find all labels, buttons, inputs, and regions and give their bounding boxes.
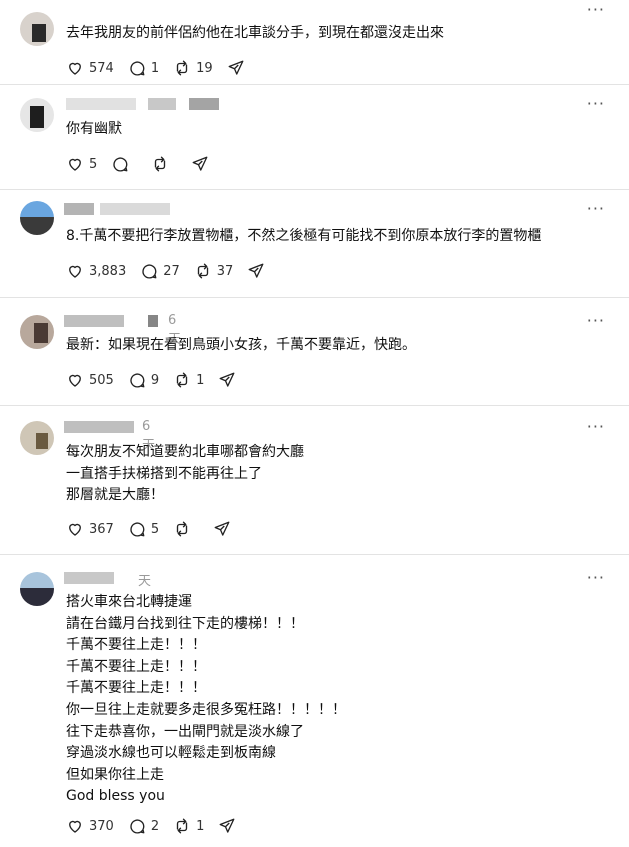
like-button[interactable]: 3,883	[66, 262, 126, 280]
avatar[interactable]	[20, 572, 54, 606]
post-text: 搭火車來台北轉捷運 請在台鐵月台找到往下走的樓梯！！！ 千萬不要往上走！！！ 千…	[66, 594, 346, 805]
action-bar: 505 9 1	[66, 370, 250, 390]
like-count: 367	[89, 521, 114, 537]
heart-icon	[69, 62, 81, 75]
repost-button[interactable]: 37	[194, 262, 234, 280]
repost-count: 1	[196, 372, 205, 388]
more-icon[interactable]: ···	[587, 199, 605, 218]
more-icon[interactable]: ···	[587, 417, 605, 436]
share-button[interactable]	[227, 59, 245, 77]
divider	[0, 554, 629, 555]
more-icon[interactable]: ···	[587, 568, 605, 587]
send-icon	[248, 263, 264, 278]
reply-button[interactable]: 2	[128, 817, 159, 835]
reply-count: 5	[150, 521, 160, 537]
repost-icon	[197, 263, 208, 279]
repost-icon	[155, 156, 166, 172]
repost-icon	[176, 60, 188, 76]
avatar[interactable]	[20, 12, 54, 46]
divider	[0, 297, 629, 298]
share-button[interactable]	[218, 817, 236, 835]
like-count: 3,883	[89, 263, 127, 279]
avatar[interactable]	[20, 421, 54, 455]
reply-button[interactable]: 1	[128, 59, 159, 77]
repost-button[interactable]: 1	[173, 371, 204, 389]
reply-count: 1	[150, 60, 160, 76]
post-text: 你有幽默	[66, 121, 122, 137]
post-text: 每次朋友不知道要約北車哪都會約大廳 一直搭手扶梯搭到不能再往上了 那層就是大廳！	[66, 444, 304, 504]
heart-icon	[69, 158, 81, 171]
repost-icon	[176, 521, 188, 537]
like-button[interactable]: 574	[66, 59, 114, 77]
repost-count: 1	[196, 818, 205, 834]
action-bar: 367 5	[66, 519, 245, 539]
post-text: 去年我朋友的前伴侶約他在北車談分手，到現在都還沒走出來	[66, 25, 444, 41]
reply-count: 2	[150, 818, 160, 834]
comment-icon	[130, 819, 145, 834]
heart-icon	[69, 374, 81, 387]
like-button[interactable]: 370	[66, 817, 114, 835]
divider	[0, 189, 629, 190]
send-icon	[214, 521, 230, 536]
avatar[interactable]	[20, 315, 54, 349]
send-icon	[228, 60, 244, 75]
post-text: 最新：如果現在看到鳥頭小女孩，千萬不要靠近，快跑。	[66, 337, 416, 353]
repost-count: 19	[196, 60, 213, 76]
more-icon[interactable]: ···	[587, 311, 605, 330]
repost-icon	[176, 372, 188, 388]
send-icon	[192, 156, 208, 171]
repost-button[interactable]: 1	[173, 817, 204, 835]
heart-icon	[69, 265, 81, 278]
repost-icon	[176, 818, 188, 834]
like-count: 574	[89, 60, 114, 76]
comment-icon	[130, 61, 145, 76]
reply-button[interactable]: 5	[128, 520, 159, 538]
comment-icon	[130, 522, 145, 537]
like-button[interactable]: 367	[66, 520, 114, 538]
like-count: 5	[89, 156, 98, 172]
repost-button[interactable]	[151, 155, 169, 173]
avatar[interactable]	[20, 201, 54, 235]
reply-button[interactable]: 27	[140, 262, 180, 280]
share-button[interactable]	[218, 371, 236, 389]
reply-button[interactable]	[111, 155, 129, 173]
send-icon	[219, 818, 235, 833]
post-time: 天	[138, 574, 152, 589]
avatar[interactable]	[20, 98, 54, 132]
divider	[0, 405, 629, 406]
reply-button[interactable]: 9	[128, 371, 159, 389]
like-button[interactable]: 505	[66, 371, 114, 389]
like-count: 505	[89, 372, 114, 388]
more-icon[interactable]: ···	[587, 0, 605, 19]
comment-icon	[113, 157, 128, 172]
send-icon	[219, 372, 235, 387]
action-bar: 574 1 19	[66, 58, 259, 78]
action-bar: 370 2 1	[66, 816, 250, 836]
comment-icon	[130, 373, 145, 388]
more-icon[interactable]: ···	[587, 94, 605, 113]
share-button[interactable]	[213, 520, 231, 538]
heart-icon	[69, 523, 81, 536]
share-button[interactable]	[247, 262, 265, 280]
repost-button[interactable]: 19	[173, 59, 213, 77]
post-text: 8.千萬不要把行李放置物櫃，不然之後極有可能找不到你原本放行李的置物櫃	[66, 228, 542, 244]
like-count: 370	[89, 818, 114, 834]
comment-icon	[142, 264, 157, 279]
reply-count: 9	[150, 372, 160, 388]
reply-count: 27	[163, 263, 180, 279]
repost-button[interactable]	[173, 520, 191, 538]
action-bar: 5	[66, 154, 223, 174]
divider	[0, 84, 629, 85]
action-bar: 3,883 27 37	[66, 261, 279, 281]
share-button[interactable]	[191, 155, 209, 173]
repost-count: 37	[216, 263, 234, 279]
heart-icon	[69, 820, 81, 833]
like-button[interactable]: 5	[66, 155, 97, 173]
